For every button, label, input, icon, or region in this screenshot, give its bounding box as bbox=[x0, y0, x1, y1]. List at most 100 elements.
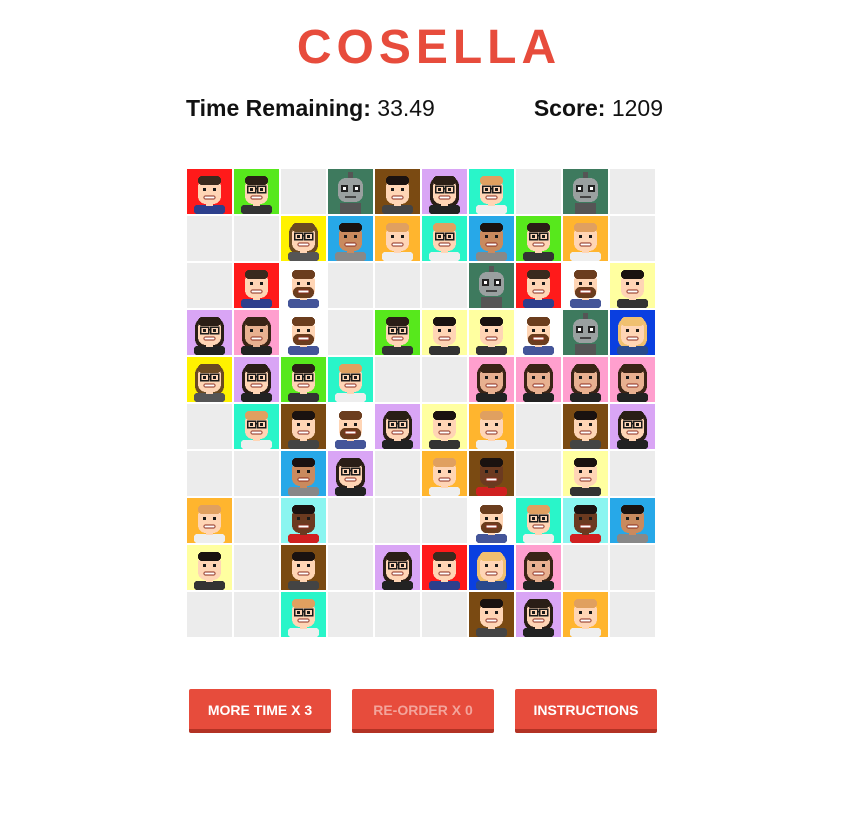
tile-long-hair-woman-pink-avatar[interactable] bbox=[516, 545, 561, 590]
empty-tile[interactable] bbox=[328, 592, 373, 637]
empty-tile[interactable] bbox=[375, 451, 420, 496]
empty-tile[interactable] bbox=[563, 545, 608, 590]
empty-tile[interactable] bbox=[328, 263, 373, 308]
tile-blond-guy-orange-avatar[interactable] bbox=[375, 216, 420, 261]
empty-tile[interactable] bbox=[516, 451, 561, 496]
tile-tan-guy-blue-avatar[interactable] bbox=[281, 451, 326, 496]
tile-long-hair-woman-pink-avatar[interactable] bbox=[610, 357, 655, 402]
tile-bearded-guy-white-avatar[interactable] bbox=[281, 263, 326, 308]
tile-bearded-guy-white-avatar[interactable] bbox=[516, 310, 561, 355]
tile-long-hair-woman-pink-avatar[interactable] bbox=[563, 357, 608, 402]
reorder-button[interactable]: RE-ORDER X 0 bbox=[352, 689, 494, 733]
tile-ginger-glasses-guy-teal-avatar[interactable] bbox=[328, 357, 373, 402]
tile-dark-hair-guy-cream-avatar[interactable] bbox=[422, 310, 467, 355]
empty-tile[interactable] bbox=[610, 592, 655, 637]
empty-tile[interactable] bbox=[422, 357, 467, 402]
tile-robot-avatar[interactable] bbox=[563, 169, 608, 214]
tile-ginger-glasses-guy-teal-avatar[interactable] bbox=[516, 498, 561, 543]
tile-glasses-woman-purple-avatar[interactable] bbox=[516, 592, 561, 637]
tile-spiky-hair-guy-brown-avatar[interactable] bbox=[281, 404, 326, 449]
tile-glasses-woman-purple-avatar[interactable] bbox=[187, 310, 232, 355]
tile-dark-hair-guy-cream-avatar[interactable] bbox=[610, 263, 655, 308]
tile-long-hair-woman-pink-avatar[interactable] bbox=[469, 357, 514, 402]
empty-tile[interactable] bbox=[422, 592, 467, 637]
tile-blond-guy-orange-avatar[interactable] bbox=[422, 451, 467, 496]
empty-tile[interactable] bbox=[375, 592, 420, 637]
empty-tile[interactable] bbox=[234, 545, 279, 590]
tile-ginger-glasses-guy-teal-avatar[interactable] bbox=[234, 404, 279, 449]
tile-ginger-glasses-guy-teal-avatar[interactable] bbox=[281, 592, 326, 637]
tile-spiky-hair-guy-brown-avatar[interactable] bbox=[563, 404, 608, 449]
tile-blond-guy-orange-avatar[interactable] bbox=[187, 498, 232, 543]
tile-curly-woman-yellow-avatar[interactable] bbox=[281, 216, 326, 261]
tile-long-hair-woman-pink-avatar[interactable] bbox=[516, 357, 561, 402]
empty-tile[interactable] bbox=[234, 216, 279, 261]
tile-glasses-guy-green-avatar[interactable] bbox=[281, 357, 326, 402]
empty-tile[interactable] bbox=[187, 404, 232, 449]
tile-tan-guy-blue-avatar[interactable] bbox=[469, 216, 514, 261]
empty-tile[interactable] bbox=[187, 263, 232, 308]
tile-glasses-woman-purple-avatar[interactable] bbox=[422, 169, 467, 214]
more-time-button[interactable]: MORE TIME X 3 bbox=[189, 689, 331, 733]
tile-bearded-guy-white-avatar[interactable] bbox=[328, 404, 373, 449]
tile-bald-guy-red-avatar[interactable] bbox=[234, 263, 279, 308]
tile-dark-skin-guy-cyan-avatar[interactable] bbox=[281, 498, 326, 543]
empty-tile[interactable] bbox=[234, 592, 279, 637]
instructions-button[interactable]: INSTRUCTIONS bbox=[515, 689, 657, 733]
tile-glasses-woman-purple-avatar[interactable] bbox=[328, 451, 373, 496]
empty-tile[interactable] bbox=[234, 451, 279, 496]
empty-tile[interactable] bbox=[610, 216, 655, 261]
tile-dark-hair-guy-cream-avatar[interactable] bbox=[563, 451, 608, 496]
tile-curly-woman-yellow-avatar[interactable] bbox=[187, 357, 232, 402]
tile-glasses-guy-green-avatar[interactable] bbox=[375, 310, 420, 355]
tile-bearded-guy-white-avatar[interactable] bbox=[563, 263, 608, 308]
empty-tile[interactable] bbox=[422, 498, 467, 543]
tile-spiky-hair-guy-brown-avatar[interactable] bbox=[469, 592, 514, 637]
empty-tile[interactable] bbox=[187, 451, 232, 496]
tile-blond-guy-orange-avatar[interactable] bbox=[469, 404, 514, 449]
tile-bearded-guy-white-avatar[interactable] bbox=[469, 498, 514, 543]
tile-dark-hair-guy-cream-avatar[interactable] bbox=[469, 310, 514, 355]
empty-tile[interactable] bbox=[375, 498, 420, 543]
tile-bald-guy-red-avatar[interactable] bbox=[187, 169, 232, 214]
empty-tile[interactable] bbox=[328, 498, 373, 543]
tile-dark-hair-guy-cream-avatar[interactable] bbox=[422, 404, 467, 449]
empty-tile[interactable] bbox=[328, 545, 373, 590]
tile-tan-guy-blue-avatar[interactable] bbox=[610, 498, 655, 543]
tile-glasses-guy-green-avatar[interactable] bbox=[234, 169, 279, 214]
tile-glasses-woman-purple-avatar[interactable] bbox=[610, 404, 655, 449]
tile-dark-hair-guy-cream-avatar[interactable] bbox=[187, 545, 232, 590]
empty-tile[interactable] bbox=[328, 310, 373, 355]
tile-long-hair-woman-pink-avatar[interactable] bbox=[234, 310, 279, 355]
empty-tile[interactable] bbox=[516, 169, 561, 214]
empty-tile[interactable] bbox=[281, 169, 326, 214]
tile-blond-guy-orange-avatar[interactable] bbox=[563, 592, 608, 637]
empty-tile[interactable] bbox=[375, 263, 420, 308]
empty-tile[interactable] bbox=[610, 451, 655, 496]
tile-dark-skin-guy-brown-avatar[interactable] bbox=[469, 451, 514, 496]
tile-spiky-hair-guy-brown-avatar[interactable] bbox=[281, 545, 326, 590]
tile-blond-guy-orange-avatar[interactable] bbox=[563, 216, 608, 261]
tile-blonde-woman-blue-avatar[interactable] bbox=[469, 545, 514, 590]
empty-tile[interactable] bbox=[187, 592, 232, 637]
empty-tile[interactable] bbox=[610, 545, 655, 590]
tile-bald-guy-red-avatar[interactable] bbox=[422, 545, 467, 590]
tile-dark-skin-guy-cyan-avatar[interactable] bbox=[563, 498, 608, 543]
empty-tile[interactable] bbox=[234, 498, 279, 543]
tile-bearded-guy-white-avatar[interactable] bbox=[281, 310, 326, 355]
empty-tile[interactable] bbox=[516, 404, 561, 449]
tile-robot-avatar[interactable] bbox=[563, 310, 608, 355]
tile-blonde-woman-blue-avatar[interactable] bbox=[610, 310, 655, 355]
empty-tile[interactable] bbox=[610, 169, 655, 214]
tile-robot-avatar[interactable] bbox=[328, 169, 373, 214]
empty-tile[interactable] bbox=[422, 263, 467, 308]
tile-bald-guy-red-avatar[interactable] bbox=[516, 263, 561, 308]
empty-tile[interactable] bbox=[187, 216, 232, 261]
tile-tan-guy-blue-avatar[interactable] bbox=[328, 216, 373, 261]
tile-ginger-glasses-guy-teal-avatar[interactable] bbox=[469, 169, 514, 214]
tile-ginger-glasses-guy-teal-avatar[interactable] bbox=[422, 216, 467, 261]
tile-glasses-woman-purple-avatar[interactable] bbox=[234, 357, 279, 402]
tile-glasses-woman-purple-avatar[interactable] bbox=[375, 545, 420, 590]
tile-spiky-hair-guy-brown-avatar[interactable] bbox=[375, 169, 420, 214]
tile-glasses-guy-green-avatar[interactable] bbox=[516, 216, 561, 261]
